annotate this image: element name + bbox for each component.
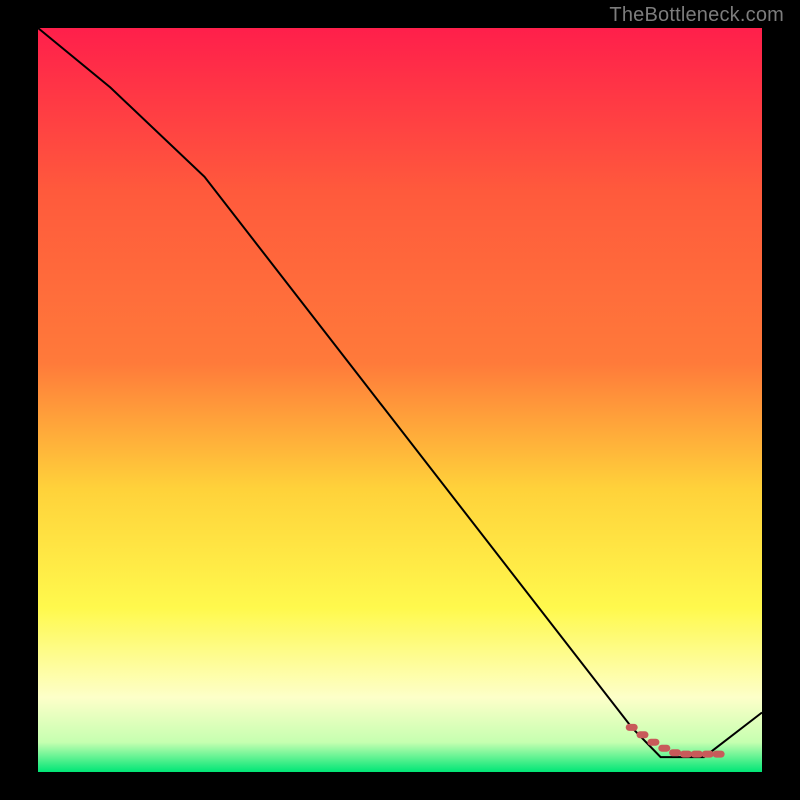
sweet-spot-dot bbox=[680, 751, 692, 758]
sweet-spot-dot bbox=[702, 751, 714, 758]
sweet-spot-dot bbox=[647, 739, 659, 746]
sweet-spot-dot bbox=[691, 751, 703, 758]
sweet-spot-dot bbox=[626, 724, 638, 731]
sweet-spot-dot bbox=[637, 731, 649, 738]
sweet-spot-dot bbox=[713, 751, 725, 758]
watermark-text: TheBottleneck.com bbox=[609, 4, 784, 27]
chart-container: TheBottleneck.com bbox=[0, 0, 800, 800]
sweet-spot-dot bbox=[658, 745, 670, 752]
chart-svg bbox=[0, 0, 800, 800]
sweet-spot-dot bbox=[669, 749, 681, 756]
gradient-plot-area bbox=[38, 28, 762, 772]
